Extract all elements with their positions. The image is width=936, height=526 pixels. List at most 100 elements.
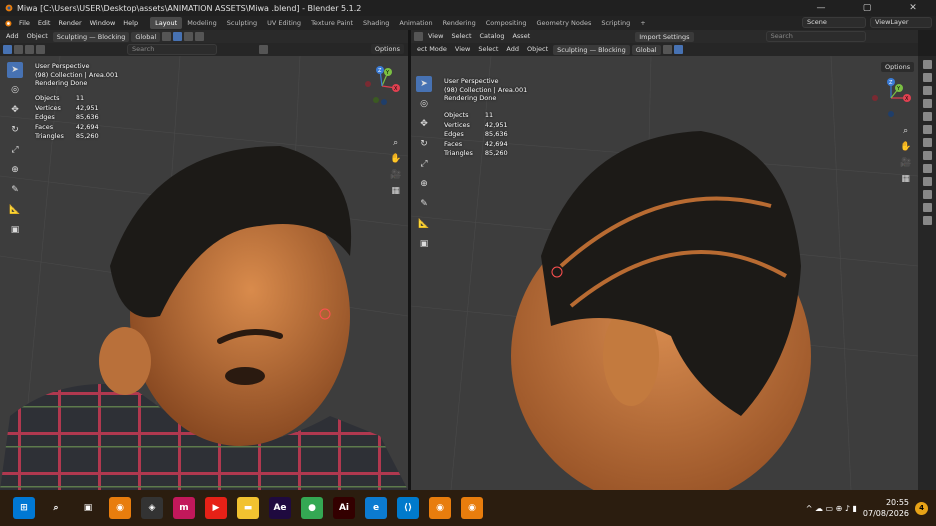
workspace-tab[interactable]: Scripting: [596, 17, 635, 29]
clock[interactable]: 20:55 07/08/2026: [863, 497, 909, 519]
rotate-tool-icon[interactable]: ↻: [416, 136, 432, 152]
move-tool-icon[interactable]: ✥: [7, 102, 23, 118]
select-mode-icon[interactable]: [36, 45, 45, 54]
add-cube-tool-icon[interactable]: ▣: [416, 236, 432, 252]
start-taskbar-icon[interactable]: ⊞: [13, 497, 35, 519]
annotate-tool-icon[interactable]: ✎: [7, 182, 23, 198]
notification-badge[interactable]: 4: [915, 501, 928, 515]
material-tab-icon[interactable]: [922, 216, 932, 225]
right-sculpt-mode-dropdown[interactable]: Sculpting — Blocking: [553, 44, 630, 55]
select-tool-icon[interactable]: ➤: [7, 62, 23, 78]
tray-icons[interactable]: ^ ☁ ▭ ⊕ ♪ ▮: [806, 504, 857, 513]
vscode-taskbar-icon[interactable]: ⟨⟩: [397, 497, 419, 519]
proportional-icon[interactable]: [673, 45, 683, 54]
menu-help[interactable]: Help: [119, 19, 142, 27]
grid-view-icon[interactable]: ▦: [901, 174, 910, 184]
menu-file[interactable]: File: [15, 19, 34, 27]
blender-menu-icon[interactable]: [3, 19, 12, 28]
navigation-gizmo[interactable]: X Z Y: [869, 76, 913, 120]
edge-taskbar-icon[interactable]: e: [365, 497, 387, 519]
pan-hand-icon[interactable]: ✋: [390, 154, 401, 164]
left-orientation-dropdown[interactable]: Global: [131, 31, 161, 42]
right-object-menu[interactable]: Object: [524, 44, 551, 55]
scale-tool-icon[interactable]: ⤢: [7, 142, 23, 158]
davinci-taskbar-icon[interactable]: ◈: [141, 497, 163, 519]
select-tool-icon[interactable]: ➤: [416, 76, 432, 92]
workspace-tab[interactable]: Compositing: [481, 17, 532, 29]
after-effects-taskbar-icon[interactable]: Ae: [269, 497, 291, 519]
constraints-tab-icon[interactable]: [922, 190, 932, 199]
view-layer-selector[interactable]: ViewLayer: [870, 17, 932, 28]
zoom-icon[interactable]: ⌕: [903, 126, 908, 136]
add-cube-tool-icon[interactable]: ▣: [7, 222, 23, 238]
select-box-icon[interactable]: [3, 45, 12, 54]
right-options-button[interactable]: Options: [881, 62, 915, 72]
measure-tool-icon[interactable]: 📐: [416, 216, 432, 232]
particles-tab-icon[interactable]: [922, 164, 932, 173]
task-view-taskbar-icon[interactable]: ▣: [77, 497, 99, 519]
illustrator-taskbar-icon[interactable]: Ai: [333, 497, 355, 519]
right-add-menu[interactable]: Add: [503, 44, 522, 55]
shading-icon[interactable]: [195, 32, 205, 41]
explorer-taskbar-icon[interactable]: ▬: [237, 497, 259, 519]
right-catalog-menu[interactable]: Catalog: [477, 31, 508, 42]
right-viewport-canvas[interactable]: User Perspective (98) Collection | Area.0…: [411, 56, 918, 490]
workspace-tab[interactable]: Texture Paint: [306, 17, 358, 29]
menu-window[interactable]: Window: [86, 19, 120, 27]
snap-icon[interactable]: [662, 45, 672, 54]
minimize-button[interactable]: —: [798, 0, 844, 16]
import-settings-dropdown[interactable]: Import Settings: [635, 31, 694, 42]
annotate-tool-icon[interactable]: ✎: [416, 196, 432, 212]
left-mode-dropdown[interactable]: Sculpting — Blocking: [52, 31, 130, 42]
zoom-icon[interactable]: ⌕: [393, 138, 398, 148]
workspace-tab[interactable]: Animation: [394, 17, 437, 29]
right-view-menu-2[interactable]: View: [452, 44, 473, 55]
cursor-tool-icon[interactable]: ◎: [416, 96, 432, 112]
workspace-tab[interactable]: Modeling: [182, 17, 222, 29]
select-mode-icon[interactable]: [25, 45, 34, 54]
transform-tool-icon[interactable]: ⊕: [416, 176, 432, 192]
modifier-tab-icon[interactable]: [922, 151, 932, 160]
left-search-input[interactable]: Search: [127, 44, 217, 55]
right-select-menu-2[interactable]: Select: [475, 44, 501, 55]
right-asset-menu[interactable]: Asset: [509, 31, 533, 42]
move-tool-icon[interactable]: ✥: [416, 116, 432, 132]
left-add-menu[interactable]: Add: [3, 31, 22, 42]
workspace-tab[interactable]: Rendering: [438, 17, 481, 29]
data-tab-icon[interactable]: [922, 203, 932, 212]
scale-tool-icon[interactable]: ⤢: [416, 156, 432, 172]
search-taskbar-icon[interactable]: ⌕: [45, 497, 67, 519]
world-tab-icon[interactable]: [922, 125, 932, 134]
proportional-icon[interactable]: [173, 32, 183, 41]
scene-selector[interactable]: Scene: [802, 17, 866, 28]
camera-icon[interactable]: 🎥: [390, 170, 401, 180]
asset-search-input[interactable]: Search: [765, 31, 866, 42]
grid-view-icon[interactable]: ▦: [391, 186, 400, 196]
object-tab-icon[interactable]: [922, 138, 932, 147]
overlay-icon[interactable]: [184, 32, 194, 41]
rotate-tool-icon[interactable]: ↻: [7, 122, 23, 138]
output-tab-icon[interactable]: [922, 86, 932, 95]
right-orientation-dropdown[interactable]: Global: [631, 44, 661, 55]
cursor-tool-icon[interactable]: ◎: [7, 82, 23, 98]
left-object-menu[interactable]: Object: [24, 31, 51, 42]
select-mode-icon[interactable]: [14, 45, 23, 54]
pan-hand-icon[interactable]: ✋: [900, 142, 911, 152]
render-tab-icon[interactable]: [922, 73, 932, 82]
left-3d-viewport[interactable]: Add Object Sculpting — Blocking Global S…: [0, 30, 408, 490]
add-workspace-button[interactable]: +: [635, 17, 650, 29]
app-m-taskbar-icon[interactable]: m: [173, 497, 195, 519]
blender-2-taskbar-icon[interactable]: ◉: [429, 497, 451, 519]
measure-tool-icon[interactable]: 📐: [7, 202, 23, 218]
blender-3-taskbar-icon[interactable]: ◉: [461, 497, 483, 519]
blender-taskbar-icon[interactable]: ◉: [109, 497, 131, 519]
youtube-taskbar-icon[interactable]: ▶: [205, 497, 227, 519]
close-button[interactable]: ✕: [890, 0, 936, 16]
chrome-taskbar-icon[interactable]: ●: [301, 497, 323, 519]
workspace-tab[interactable]: Geometry Nodes: [532, 17, 597, 29]
workspace-tab[interactable]: Shading: [358, 17, 394, 29]
navigation-gizmo[interactable]: X Y Z: [360, 64, 404, 108]
snap-icon[interactable]: [162, 32, 172, 41]
editor-type-icon[interactable]: [414, 32, 423, 41]
menu-edit[interactable]: Edit: [34, 19, 55, 27]
